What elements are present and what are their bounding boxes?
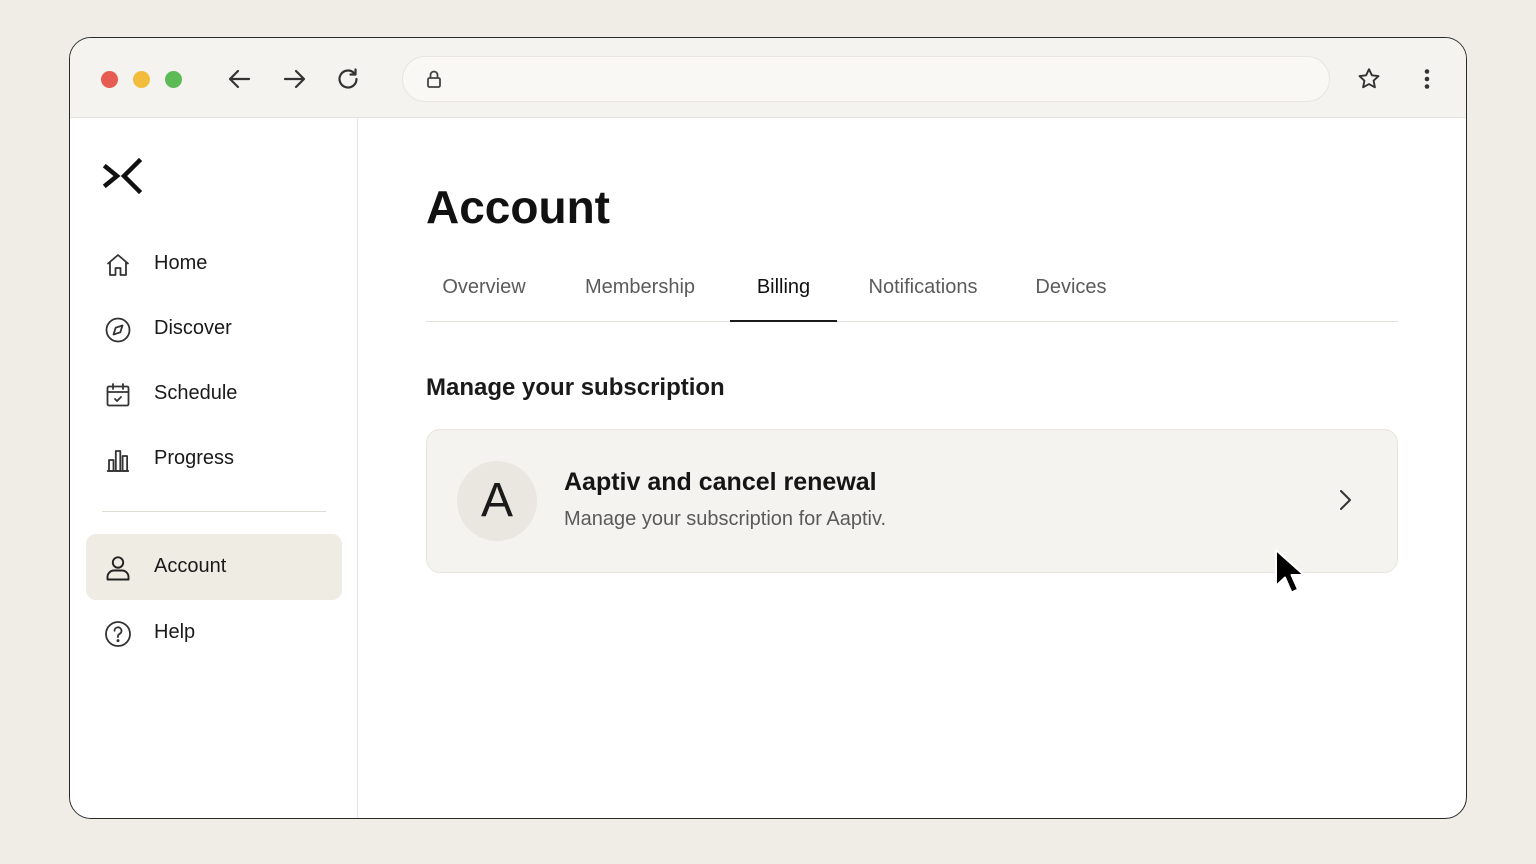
sidebar-item-help[interactable]: Help: [86, 600, 342, 666]
tab-devices[interactable]: Devices: [1020, 258, 1122, 322]
star-icon[interactable]: [1356, 66, 1382, 92]
section-title: Manage your subscription: [426, 374, 725, 401]
maximize-window-button[interactable]: [165, 71, 182, 88]
tab-bar: Overview Membership Billing Notification…: [426, 258, 1398, 322]
reload-icon[interactable]: [335, 66, 361, 92]
back-icon[interactable]: [227, 66, 253, 92]
sidebar-item-progress[interactable]: Progress: [86, 426, 342, 492]
subscription-card[interactable]: A Aaptiv and cancel renewal Manage your …: [426, 429, 1398, 573]
tab-membership[interactable]: Membership: [570, 258, 710, 322]
sidebar-item-label: Help: [154, 621, 196, 643]
page-title: Account: [426, 181, 610, 233]
sidebar: Home Discover Schedule Progress Account …: [70, 118, 358, 818]
sidebar-item-label: Discover: [154, 317, 232, 339]
lock-icon: [423, 68, 445, 90]
avatar: A: [457, 461, 537, 541]
subscription-title: Aaptiv and cancel renewal: [564, 468, 877, 496]
sidebar-item-label: Progress: [154, 447, 235, 469]
address-bar[interactable]: [402, 56, 1330, 102]
more-vertical-icon[interactable]: [1414, 66, 1440, 92]
tab-overview[interactable]: Overview: [426, 258, 542, 322]
compass-icon: [104, 316, 132, 344]
app-logo[interactable]: [102, 156, 144, 196]
sidebar-item-home[interactable]: Home: [86, 231, 342, 297]
browser-window: Home Discover Schedule Progress Account …: [69, 37, 1467, 819]
address-input[interactable]: [455, 65, 1315, 93]
sidebar-item-schedule[interactable]: Schedule: [86, 361, 342, 427]
chevron-right-icon: [1331, 485, 1359, 515]
main-content: Account Overview Membership Billing Noti…: [358, 118, 1466, 818]
sidebar-item-label: Account: [154, 555, 227, 577]
sidebar-divider: [102, 511, 326, 512]
sidebar-item-account[interactable]: Account: [86, 534, 342, 600]
minimize-window-button[interactable]: [133, 71, 150, 88]
help-circle-icon: [104, 620, 132, 648]
tab-billing[interactable]: Billing: [730, 258, 837, 322]
home-icon: [104, 251, 132, 279]
sidebar-item-label: Home: [154, 252, 208, 274]
browser-toolbar: [70, 38, 1466, 118]
forward-icon[interactable]: [281, 66, 307, 92]
sidebar-item-label: Schedule: [154, 382, 238, 404]
calendar-icon: [104, 381, 132, 409]
subscription-subtitle: Manage your subscription for Aaptiv.: [564, 508, 887, 530]
user-icon: [104, 554, 132, 582]
bar-chart-icon: [104, 446, 132, 474]
close-window-button[interactable]: [101, 71, 118, 88]
sidebar-item-discover[interactable]: Discover: [86, 296, 342, 362]
tab-notifications[interactable]: Notifications: [858, 258, 988, 322]
